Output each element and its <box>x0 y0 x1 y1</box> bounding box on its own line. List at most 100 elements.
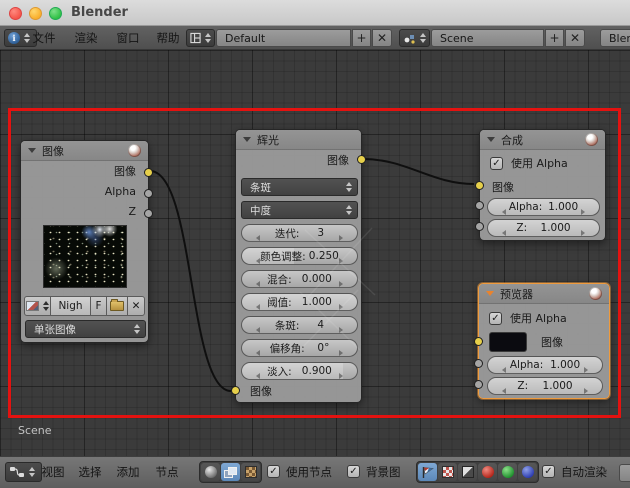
close-window-button[interactable] <box>9 7 22 20</box>
window-title: Blender <box>71 5 128 20</box>
socket-z-output[interactable] <box>144 209 153 218</box>
texture-nodes-button[interactable] <box>241 463 260 481</box>
node-viewer[interactable]: 预览器 ✓ 使用 Alpha 图像 Alpha: 1.000 Z: 1.000 <box>474 283 610 399</box>
render-engine-field[interactable]: Blen <box>600 29 630 47</box>
arrow-right-icon[interactable] <box>338 304 343 310</box>
menu-add[interactable]: 添加 <box>112 460 144 484</box>
node-glare[interactable]: 辉光 图像 条斑 中度 迭代: 3 颜色调整: 0.250 混合: 0.000 … <box>231 129 366 403</box>
glare-type-dropdown[interactable]: 条斑 <box>241 178 358 196</box>
node-composite-header[interactable]: 合成 <box>480 130 605 150</box>
menu-window[interactable]: 窗口 <box>113 26 143 50</box>
image-name-field[interactable]: Nigh <box>50 296 91 316</box>
arrow-left-icon[interactable] <box>502 388 506 394</box>
socket-image-input[interactable] <box>231 386 240 395</box>
arrow-right-icon[interactable] <box>581 209 585 215</box>
arrow-left-icon[interactable] <box>256 373 260 379</box>
menu-select[interactable]: 选择 <box>74 460 106 484</box>
scene-field[interactable]: Scene <box>431 29 544 47</box>
glare-quality-dropdown[interactable]: 中度 <box>241 201 358 219</box>
iterations-slider[interactable]: 迭代: 3 <box>241 224 358 242</box>
streaks-slider[interactable]: 条斑: 4 <box>241 316 358 334</box>
minimize-window-button[interactable] <box>29 7 42 20</box>
node-image[interactable]: 图像 图像 Alpha Z Nigh F ✕ 单张图像 <box>20 140 153 343</box>
arrow-right-icon[interactable] <box>338 373 343 379</box>
arrow-right-icon[interactable] <box>580 230 585 236</box>
arrow-right-icon[interactable] <box>339 350 343 356</box>
node-image-header[interactable]: 图像 <box>21 141 148 161</box>
menu-node[interactable]: 节点 <box>151 460 183 484</box>
mix-slider[interactable]: 混合: 0.000 <box>241 270 358 288</box>
alpha-channel-button[interactable] <box>438 463 457 481</box>
z-slider[interactable]: Z: 1.000 <box>487 219 600 237</box>
alpha-slider[interactable]: Alpha: 1.000 <box>487 356 603 374</box>
shader-nodes-button[interactable] <box>201 463 220 481</box>
arrow-left-icon[interactable] <box>502 230 506 236</box>
add-scene-button[interactable]: + <box>545 29 564 47</box>
node-viewer-header[interactable]: 预览器 <box>479 284 609 304</box>
fake-user-button[interactable]: F <box>90 296 107 316</box>
collapse-triangle-icon[interactable] <box>487 137 495 142</box>
socket-alpha-input[interactable] <box>474 359 483 368</box>
zoom-window-button[interactable] <box>49 7 62 20</box>
browse-image-button[interactable] <box>24 296 51 316</box>
arrow-left-icon[interactable] <box>502 209 506 215</box>
screen-layout-browse-button[interactable] <box>186 29 215 47</box>
node-composite[interactable]: 合成 ✓ 使用 Alpha 图像 Alpha: 1.000 Z: 1.000 <box>475 129 606 241</box>
arrow-left-icon[interactable] <box>256 281 260 287</box>
socket-image-input[interactable] <box>474 337 483 346</box>
socket-alpha-input[interactable] <box>475 201 484 210</box>
color-modulation-slider[interactable]: 颜色调整: 0.250 <box>241 247 358 265</box>
arrow-left-icon[interactable] <box>256 327 260 333</box>
arrow-right-icon[interactable] <box>338 258 343 264</box>
use-nodes-checkbox[interactable]: ✓ <box>267 465 280 478</box>
arrow-left-icon[interactable] <box>256 235 260 241</box>
arrow-right-icon[interactable] <box>584 367 588 373</box>
image-source-dropdown[interactable]: 单张图像 <box>25 320 146 338</box>
menu-render[interactable]: 渲染 <box>71 26 101 50</box>
fade-slider[interactable]: 淡入: 0.900 <box>241 362 358 380</box>
green-channel-button[interactable] <box>498 463 517 481</box>
color-alpha-channel-button[interactable] <box>418 463 437 481</box>
alpha-slider[interactable]: Alpha: 1.000 <box>487 198 600 216</box>
node-glare-header[interactable]: 辉光 <box>236 130 361 150</box>
z-channel-button[interactable] <box>458 463 477 481</box>
arrow-right-icon[interactable] <box>339 327 343 333</box>
socket-image-output[interactable] <box>357 155 366 164</box>
socket-image-input[interactable] <box>475 181 484 190</box>
use-alpha-checkbox[interactable]: ✓ <box>490 156 503 170</box>
delete-layout-button[interactable]: ✕ <box>372 29 392 47</box>
screen-layout-field[interactable]: Default <box>216 29 351 47</box>
socket-z-input[interactable] <box>474 380 483 389</box>
use-alpha-checkbox[interactable]: ✓ <box>489 311 502 325</box>
arrow-right-icon[interactable] <box>583 388 588 394</box>
arrow-left-icon[interactable] <box>502 367 506 373</box>
menu-help[interactable]: 帮助 <box>153 26 183 50</box>
threshold-slider[interactable]: 阈值: 1.000 <box>241 293 358 311</box>
backdrop-checkbox[interactable]: ✓ <box>347 465 360 478</box>
clipped-right-button[interactable] <box>619 464 630 482</box>
menu-view[interactable]: 视图 <box>37 460 69 484</box>
open-image-button[interactable] <box>106 296 128 316</box>
arrow-left-icon[interactable] <box>256 350 260 356</box>
collapse-triangle-icon[interactable] <box>243 137 251 142</box>
red-channel-button[interactable] <box>478 463 497 481</box>
menu-file[interactable]: 文件 <box>29 26 59 50</box>
collapse-triangle-icon[interactable] <box>28 148 36 153</box>
arrow-right-icon[interactable] <box>338 281 343 287</box>
arrow-right-icon[interactable] <box>339 235 343 241</box>
collapse-triangle-icon[interactable] <box>486 291 494 296</box>
socket-alpha-output[interactable] <box>144 189 153 198</box>
socket-image-output[interactable] <box>144 168 153 177</box>
socket-z-input[interactable] <box>475 222 484 231</box>
blue-channel-button[interactable] <box>518 463 537 481</box>
arrow-left-icon[interactable] <box>256 304 260 310</box>
compositing-nodes-button[interactable] <box>221 463 240 481</box>
add-layout-button[interactable]: + <box>352 29 371 47</box>
delete-scene-button[interactable]: ✕ <box>565 29 585 47</box>
angle-offset-slider[interactable]: 偏移角: 0° <box>241 339 358 357</box>
scene-browse-button[interactable] <box>399 29 430 47</box>
viewer-color-swatch[interactable] <box>489 332 527 352</box>
z-slider[interactable]: Z: 1.000 <box>487 377 603 395</box>
unlink-image-button[interactable]: ✕ <box>127 296 145 316</box>
auto-render-checkbox[interactable]: ✓ <box>542 465 555 478</box>
